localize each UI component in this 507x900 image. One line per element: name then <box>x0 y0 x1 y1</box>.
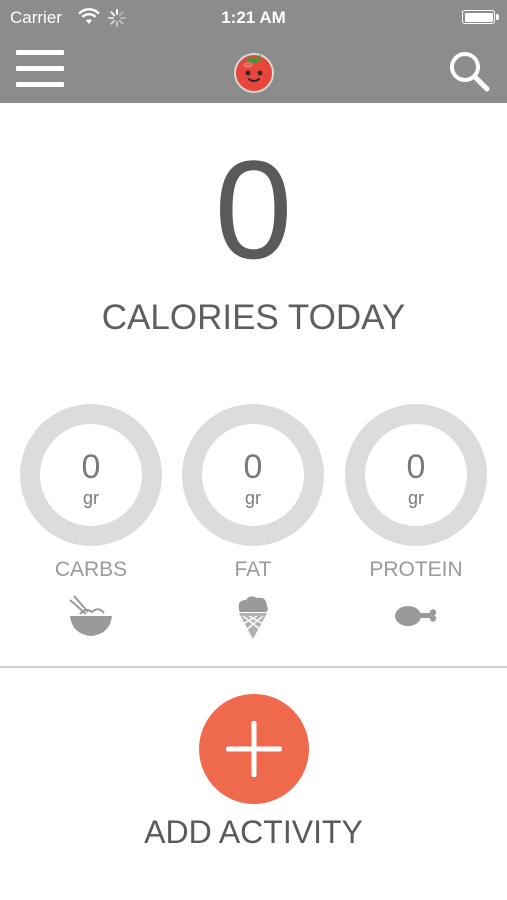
calories-today-label: CALORIES TODAY <box>101 298 406 337</box>
protein-ring: 0 gr <box>345 404 487 546</box>
search-icon[interactable] <box>446 48 492 94</box>
hamburger-menu-icon[interactable] <box>16 50 64 90</box>
carbs-value: 0 <box>81 448 101 486</box>
carbs-unit: gr <box>82 488 99 508</box>
app-header: Carrier 1:21 AM <box>0 0 507 103</box>
ice-cream-cone-icon <box>238 596 268 639</box>
carbs-ring: 0 gr <box>20 404 162 546</box>
macro-carbs[interactable]: 0 gr CARBS <box>20 404 162 644</box>
protein-value: 0 <box>406 448 426 486</box>
battery-icon <box>462 10 499 24</box>
macro-fat[interactable]: 0 gr FAT <box>182 404 324 644</box>
calories-today-value: 0 <box>214 131 293 288</box>
fat-label: FAT <box>234 558 272 581</box>
add-activity-label[interactable]: ADD ACTIVITY <box>0 814 507 851</box>
chicken-drumstick-icon <box>395 606 437 626</box>
protein-unit: gr <box>407 488 424 508</box>
tomato-mascot-logo <box>234 53 274 93</box>
fat-ring: 0 gr <box>182 404 324 546</box>
fat-unit: gr <box>244 488 261 508</box>
plus-icon <box>226 721 282 777</box>
carbs-label: CARBS <box>54 558 128 581</box>
status-bar: Carrier 1:21 AM <box>0 0 507 36</box>
macro-protein[interactable]: 0 gr PROTEIN <box>345 404 487 644</box>
fat-value: 0 <box>243 448 263 486</box>
protein-label: PROTEIN <box>369 558 463 581</box>
add-activity-button[interactable] <box>199 694 309 804</box>
status-time: 1:21 AM <box>221 8 286 27</box>
noodle-bowl-icon <box>69 595 112 636</box>
section-divider <box>0 666 507 668</box>
